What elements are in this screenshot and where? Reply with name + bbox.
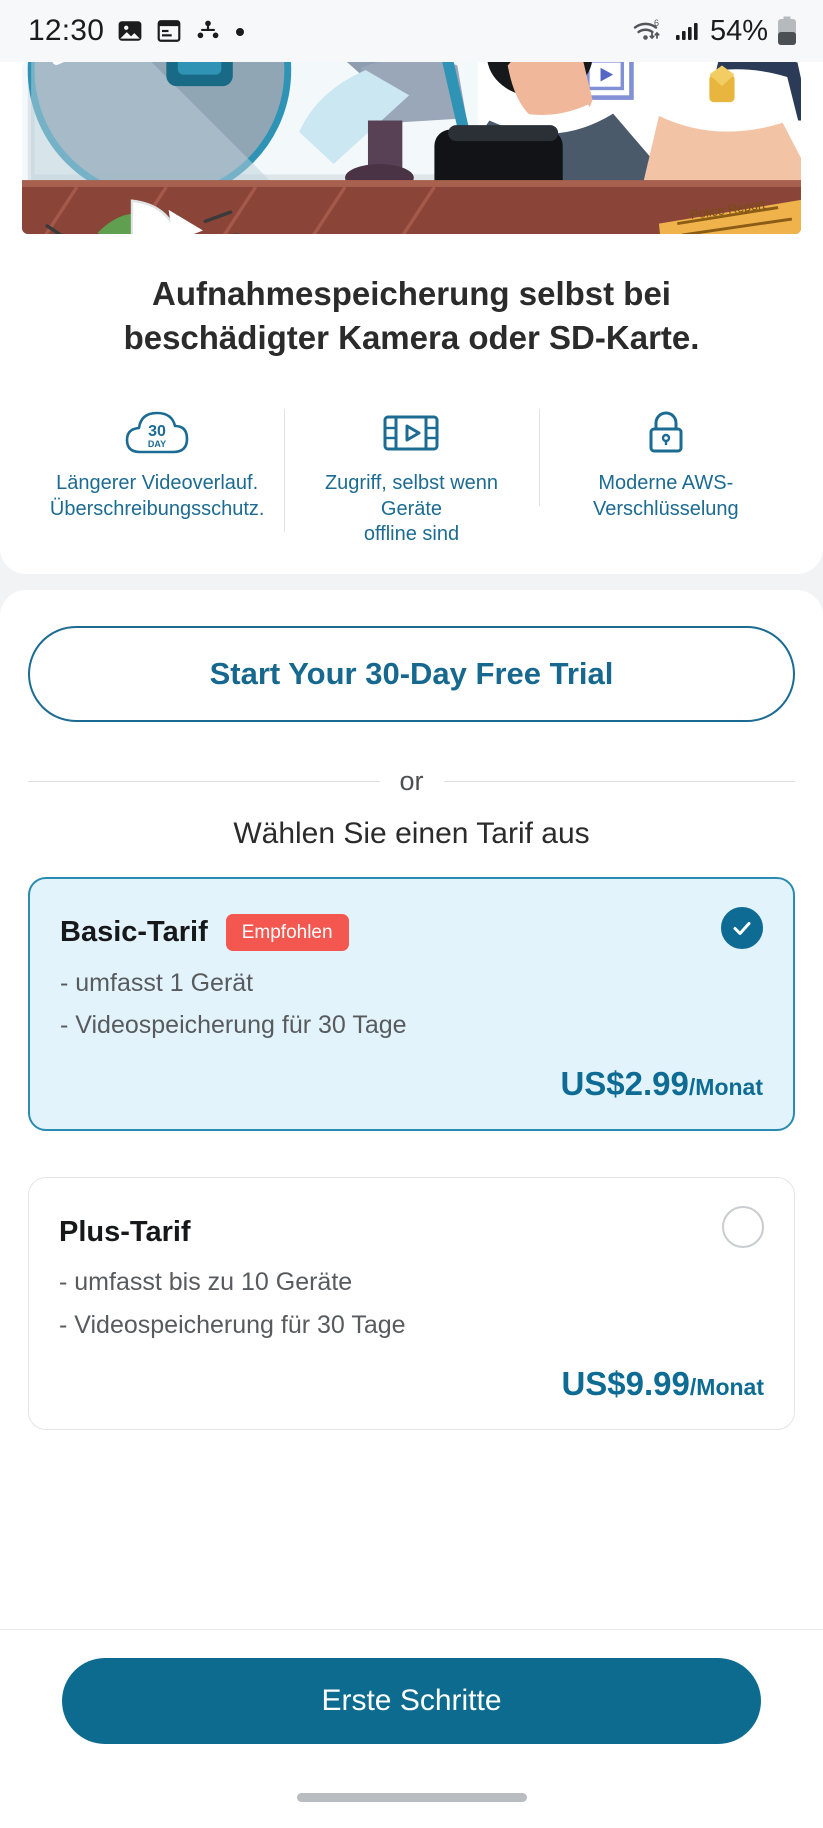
feature-item-storage: 30 DAY Längerer Videoverlauf. Überschrei… — [30, 405, 284, 522]
feature-list: 30 DAY Längerer Videoverlauf. Überschrei… — [30, 405, 793, 548]
check-icon — [733, 921, 751, 935]
dot-icon — [234, 25, 246, 37]
plan-price-row-plus: US$9.99/Monat — [59, 1365, 764, 1403]
headline-line-1: Aufnahmespeicherung selbst bei — [152, 275, 671, 312]
wifi-6-icon: 6 — [632, 17, 666, 45]
plan-feature-plus-2: - Videospeicherung für 30 Tage — [59, 1310, 406, 1339]
get-started-button[interactable]: Erste Schritte — [62, 1658, 761, 1744]
bluetooth-share-icon — [195, 18, 221, 44]
plan-price-basic: US$2.99 — [560, 1065, 689, 1103]
feature-label-line-1: Zugriff, selbst wenn Geräte — [324, 472, 499, 520]
plan-badge-recommended: Empfohlen — [225, 914, 349, 952]
plan-price-row-basic: US$2.99/Monat — [60, 1065, 763, 1103]
svg-text:6: 6 — [654, 18, 659, 28]
calendar-icon — [156, 18, 182, 44]
plan-price-period-plus: /Monat — [689, 1373, 764, 1400]
start-free-trial-button[interactable]: Start Your 30-Day Free Trial — [28, 625, 795, 722]
divider-label: or — [399, 765, 424, 796]
feature-label-storage: Längerer Videoverlauf. Überschreibungssc… — [38, 471, 276, 522]
status-time: 12:30 — [28, 14, 105, 47]
feature-label-line-2: Verschlüsselung — [592, 497, 739, 520]
headline-line-2: beschädigter Kamera oder SD-Karte. — [123, 318, 700, 356]
plan-list: Basic-Tarif Empfohlen - umfasst 1 Gerät … — [28, 876, 795, 1430]
battery-percent-label: 54% — [709, 14, 768, 47]
plan-price-plus: US$9.99 — [561, 1364, 690, 1402]
feature-label-line-2: Überschreibungsschutz. — [49, 497, 265, 520]
divider-line-left — [28, 780, 380, 782]
plan-name-basic: Basic-Tarif — [60, 916, 208, 949]
lock-icon — [547, 405, 785, 461]
svg-text:DAY: DAY — [148, 439, 166, 449]
svg-text:30: 30 — [148, 423, 166, 440]
plan-feature-basic-1: - umfasst 1 Gerät — [60, 968, 254, 997]
system-navigation-bar — [0, 1766, 823, 1828]
battery-icon — [777, 16, 797, 46]
feature-label-offline: Zugriff, selbst wenn Geräte offline sind — [292, 471, 530, 548]
plan-feature-plus-1: - umfasst bis zu 10 Geräte — [59, 1268, 353, 1297]
phone-screen: 12:30 6 54% Police Report Aufnahmespeich… — [0, 0, 823, 1828]
status-bar-left: 12:30 — [28, 14, 246, 48]
status-bar-right: 6 54% — [632, 15, 797, 48]
feature-label-encryption: Moderne AWS- Verschlüsselung — [547, 471, 785, 522]
choose-plan-title: Wählen Sie einen Tarif aus — [233, 816, 590, 850]
bottom-action-bar: Erste Schritte — [0, 1629, 823, 1766]
plan-name-plus: Plus-Tarif — [59, 1215, 191, 1248]
plan-header-basic: Basic-Tarif Empfohlen — [60, 907, 763, 959]
cloud-30-day-icon: 30 DAY — [38, 405, 276, 461]
plan-option-basic[interactable]: Basic-Tarif Empfohlen - umfasst 1 Gerät … — [28, 876, 795, 1132]
plan-option-plus[interactable]: Plus-Tarif - umfasst bis zu 10 Geräte - … — [28, 1177, 795, 1430]
feature-label-line-1: Moderne AWS- — [598, 472, 734, 495]
plan-selection-card: Start Your 30-Day Free Trial or Wählen S… — [0, 589, 823, 1629]
home-indicator[interactable] — [296, 1792, 527, 1802]
feature-label-line-1: Längerer Videoverlauf. — [56, 472, 259, 495]
divider-line-right — [443, 780, 796, 782]
image-icon — [117, 18, 143, 44]
feature-item-encryption: Moderne AWS- Verschlüsselung — [538, 405, 793, 522]
hero-illustration: Police Report — [22, 62, 801, 234]
plan-radio-basic-selected[interactable] — [721, 906, 763, 949]
feature-item-offline: Zugriff, selbst wenn Geräte offline sind — [284, 405, 538, 548]
page-title: Aufnahmespeicherung selbst bei beschädig… — [40, 272, 783, 359]
film-play-icon — [292, 405, 530, 461]
plan-feature-basic-2: - Videospeicherung für 30 Tage — [60, 1011, 407, 1040]
feature-label-line-2: offline sind — [363, 523, 460, 546]
signal-bars-icon — [675, 18, 701, 44]
or-divider: or — [28, 765, 796, 797]
plan-price-period-basic: /Monat — [688, 1074, 763, 1101]
status-bar: 12:30 6 54% — [0, 0, 823, 62]
plan-header-plus: Plus-Tarif — [59, 1206, 764, 1258]
promo-card: Police Report Aufnahmespeicherung selbst… — [0, 62, 823, 574]
scroll-content[interactable]: Police Report Aufnahmespeicherung selbst… — [0, 62, 823, 1828]
